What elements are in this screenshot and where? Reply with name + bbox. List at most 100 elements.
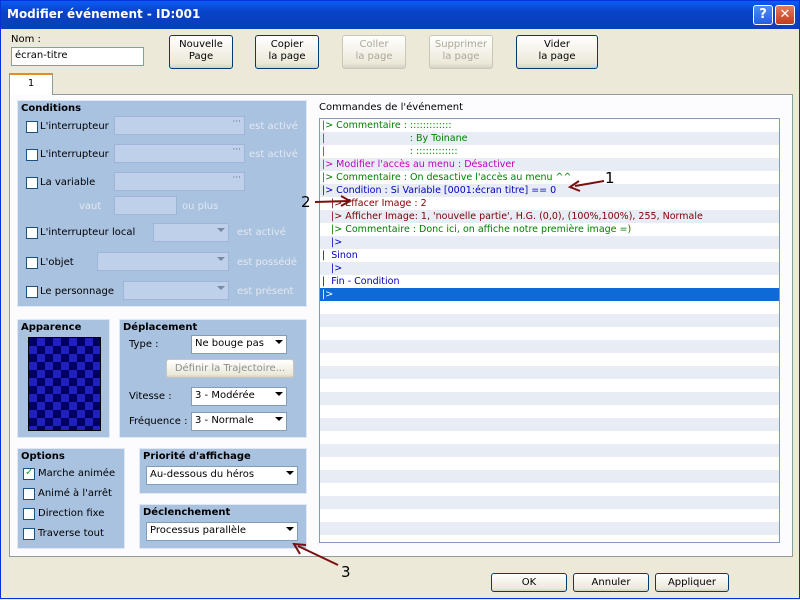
command-line[interactable]: |> Commentaire : ::::::::::::: [320,119,779,132]
local-switch-chevron-down-icon [217,228,225,232]
appearance-title: Apparence [21,322,82,333]
trigger-title: Déclenchement [143,507,231,518]
movement-type-value: Ne bouge pas [195,338,264,349]
walking-animation-checkbox[interactable] [23,467,35,480]
command-empty-line[interactable] [320,392,779,405]
command-empty-line[interactable] [320,418,779,431]
switch2-suffix: est activé [249,149,298,160]
appearance-graphic[interactable] [28,337,101,431]
cancel-button[interactable]: Annuler [573,573,649,592]
item-select[interactable] [97,252,229,271]
command-line[interactable]: |> [320,236,779,249]
command-empty-line[interactable] [320,353,779,366]
annotation-2: 2 [301,193,311,211]
through-checkbox[interactable] [23,528,35,540]
movement-frequency-label: Fréquence : [129,416,188,427]
command-line[interactable]: |> Commentaire : On desactive l'accès au… [320,171,779,184]
actor-select[interactable] [123,281,229,300]
event-editor-window: Modifier événement - ID:001 ? ✕ Nom : éc… [0,0,800,599]
help-button[interactable]: ? [753,5,773,25]
item-label: L'objet [40,257,74,268]
movement-type-select[interactable]: Ne bouge pas [191,335,287,354]
tab-page-1[interactable]: 1 [9,73,53,95]
define-route-button[interactable]: Définir la Trajectoire... [166,359,294,378]
switch2-checkbox[interactable] [26,149,38,161]
close-button[interactable]: ✕ [775,5,795,25]
command-empty-line[interactable] [320,496,779,509]
command-line[interactable]: | : ::::::::::::: [320,145,779,158]
paste-page-label-2: la page [355,51,393,62]
switch2-field[interactable]: ··· [114,144,245,163]
variable-checkbox[interactable] [26,177,38,189]
local-switch-checkbox[interactable] [26,227,38,239]
command-line[interactable]: |> [320,262,779,275]
stepping-animation-checkbox[interactable] [23,488,35,500]
new-page-button[interactable]: Nouvelle Page [169,35,233,69]
direction-fix-label: Direction fixe [38,508,105,519]
priority-chevron-down-icon [286,471,294,475]
ok-button[interactable]: OK [491,573,567,592]
command-empty-line[interactable] [320,314,779,327]
command-line[interactable]: |> Afficher Image: 1, 'nouvelle partie',… [320,210,779,223]
switch1-checkbox[interactable] [26,121,38,133]
variable-dots: ··· [232,173,241,183]
command-line[interactable]: |> Condition : Si Variable [0001:écran t… [320,184,779,197]
item-checkbox[interactable] [26,257,38,269]
variable-value-spinner[interactable] [114,196,177,215]
command-line[interactable]: | Fin - Condition [320,275,779,288]
annotation-3: 3 [341,563,351,581]
apply-button[interactable]: Appliquer [655,573,729,592]
options-title: Options [21,451,65,462]
movement-type-label: Type : [129,339,159,350]
command-empty-line[interactable] [320,366,779,379]
switch1-dots: ··· [232,117,241,127]
local-switch-select[interactable] [153,223,229,242]
movement-frequency-select[interactable]: 3 - Normale [191,412,287,431]
switch1-label: L'interrupteur [40,121,109,132]
command-empty-line[interactable] [320,457,779,470]
command-empty-line[interactable] [320,379,779,392]
delete-page-button[interactable]: Supprimer la page [429,35,493,69]
stepping-animation-label: Animé à l'arrêt [38,488,112,499]
direction-fix-checkbox[interactable] [23,508,35,520]
actor-checkbox[interactable] [26,286,38,298]
movement-frequency-value: 3 - Normale [195,415,254,426]
delete-page-label-1: Supprimer [434,39,488,50]
variable-field[interactable]: ··· [114,172,245,191]
command-empty-line[interactable] [320,340,779,353]
command-line[interactable]: |> [320,288,779,301]
paste-page-label-1: Coller [359,39,389,50]
command-empty-line[interactable] [320,483,779,496]
command-empty-line[interactable] [320,509,779,522]
paste-page-button[interactable]: Coller la page [342,35,406,69]
command-line[interactable]: | : By Toinane [320,132,779,145]
command-line[interactable]: | Sinon [320,249,779,262]
walking-animation-label: Marche animée [38,468,116,479]
through-label: Traverse tout [38,528,104,539]
window-title: Modifier événement - ID:001 [7,7,201,21]
priority-value: Au-dessous du héros [150,469,255,480]
command-line[interactable]: |> Modifier l'accès au menu : Désactiver [320,158,779,171]
name-label: Nom : [11,34,41,45]
copy-page-button[interactable]: Copier la page [255,35,319,69]
command-empty-line[interactable] [320,327,779,340]
priority-title: Priorité d'affichage [143,451,251,462]
priority-select[interactable]: Au-dessous du héros [146,466,298,485]
command-line[interactable]: |> Effacer Image : 2 [320,197,779,210]
local-switch-suffix: est activé [237,227,286,238]
clear-page-button[interactable]: Vider la page [516,35,598,69]
title-bar[interactable]: Modifier événement - ID:001 ? ✕ [1,1,799,29]
switch1-field[interactable]: ··· [114,116,245,135]
movement-speed-select[interactable]: 3 - Modérée [191,387,287,406]
command-empty-line[interactable] [320,301,779,314]
command-empty-line[interactable] [320,444,779,457]
name-input[interactable]: écran-titre [11,47,144,66]
command-empty-line[interactable] [320,405,779,418]
trigger-select[interactable]: Processus parallèle [146,522,298,541]
new-page-label-1: Nouvelle [179,39,223,50]
command-empty-line[interactable] [320,522,779,535]
command-empty-line[interactable] [320,431,779,444]
command-line[interactable]: |> Commentaire : Donc ici, on affiche no… [320,223,779,236]
command-empty-line[interactable] [320,470,779,483]
command-list[interactable]: |> Commentaire : ::::::::::::: | : By Toi… [319,118,780,543]
